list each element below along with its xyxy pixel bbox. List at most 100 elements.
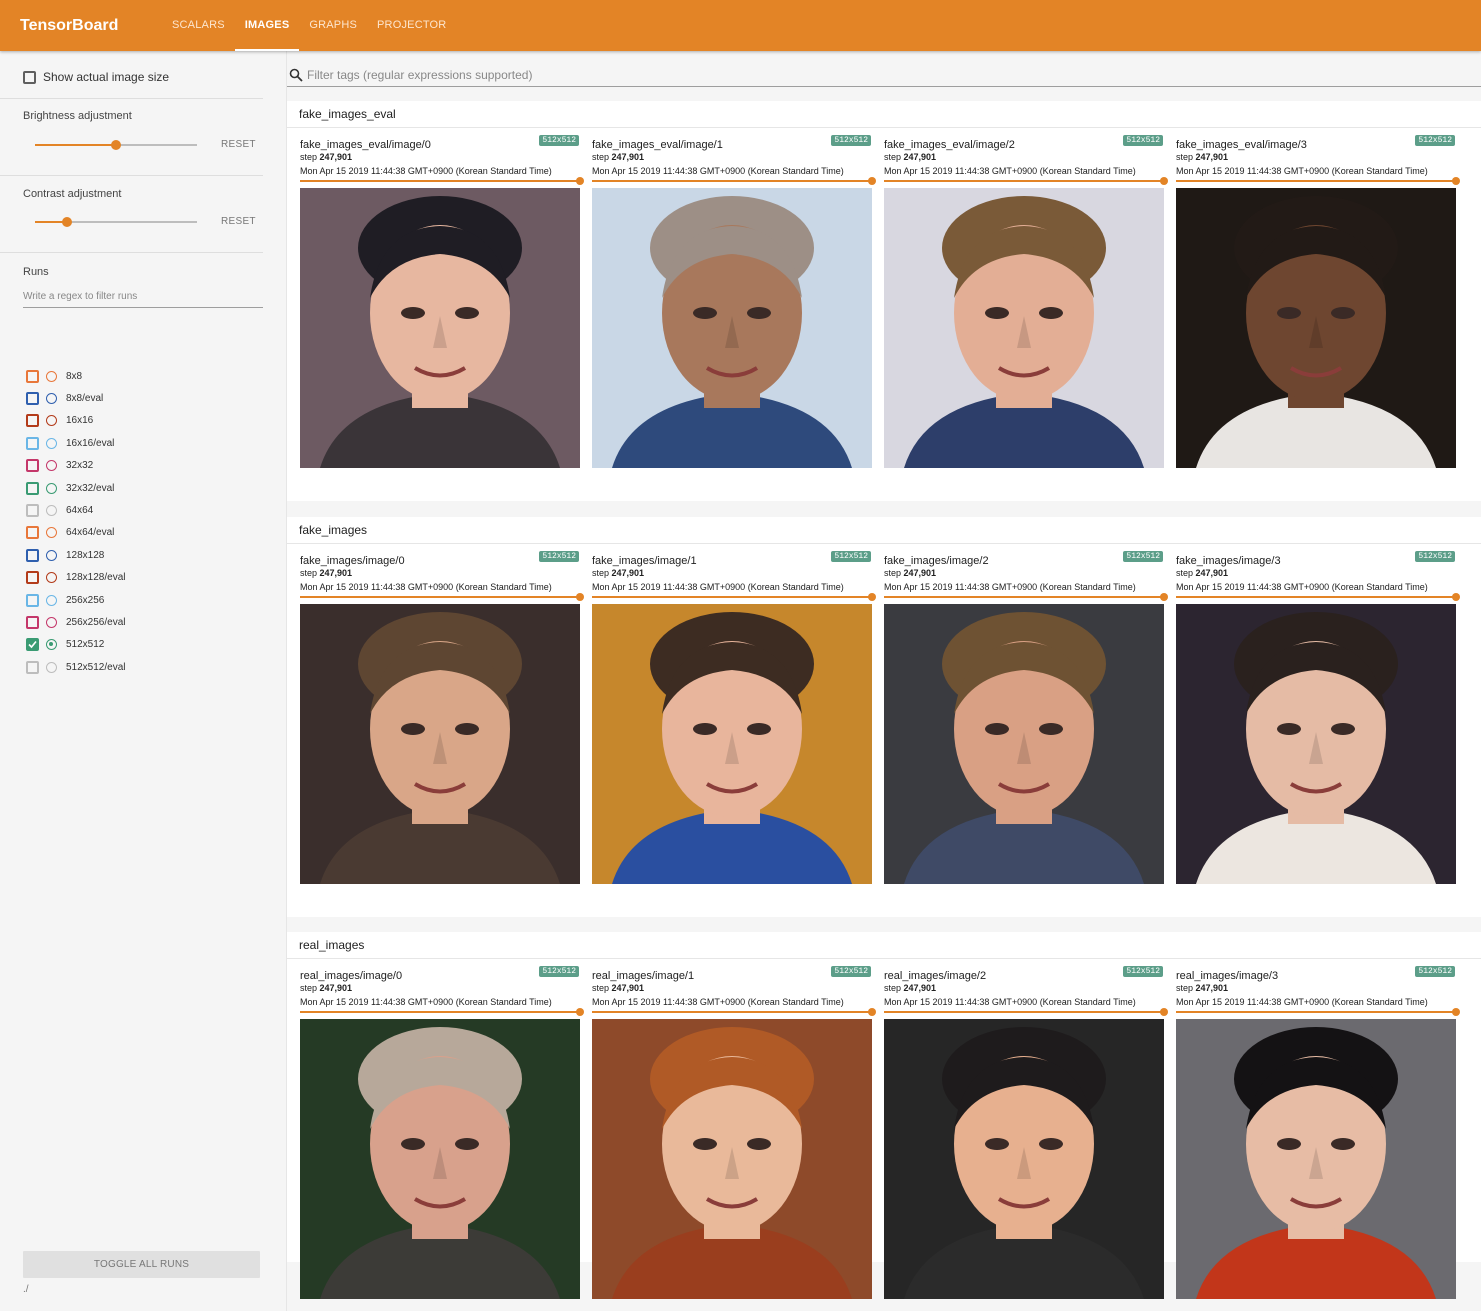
step-slider-knob[interactable]: [1452, 593, 1460, 601]
card-image[interactable]: [300, 604, 580, 884]
step-slider-knob[interactable]: [576, 177, 584, 185]
run-radio[interactable]: [46, 661, 57, 673]
pane-header[interactable]: fake_images_eval: [287, 101, 1481, 128]
run-checkbox[interactable]: [26, 414, 39, 428]
run-item[interactable]: 512x512/eval: [26, 658, 126, 676]
step-slider-knob[interactable]: [1160, 593, 1168, 601]
runs-filter-placeholder: Write a regex to filter runs: [23, 291, 138, 302]
run-checkbox[interactable]: [26, 503, 39, 517]
run-checkbox[interactable]: [26, 391, 39, 405]
card-image[interactable]: [300, 1019, 580, 1299]
step-slider-knob[interactable]: [576, 1008, 584, 1016]
tab-images[interactable]: IMAGES: [234, 0, 300, 51]
run-checkbox[interactable]: [26, 548, 39, 562]
run-item[interactable]: 512x512: [26, 636, 104, 654]
card-image[interactable]: [592, 604, 872, 884]
card-image[interactable]: [884, 188, 1164, 468]
card-image[interactable]: [1176, 1019, 1456, 1299]
toggle-all-runs-button[interactable]: TOGGLE ALL RUNS: [23, 1251, 260, 1278]
step-slider[interactable]: [592, 1008, 876, 1016]
run-item[interactable]: 64x64: [26, 501, 93, 519]
run-radio[interactable]: [46, 549, 57, 561]
show-actual-size-checkbox[interactable]: [23, 70, 36, 84]
run-checkbox[interactable]: [26, 369, 39, 383]
run-radio[interactable]: [46, 392, 57, 404]
run-radio[interactable]: [46, 572, 57, 584]
step-slider-knob[interactable]: [1452, 1008, 1460, 1016]
step-slider[interactable]: [1176, 1008, 1460, 1016]
brightness-slider-knob[interactable]: [111, 140, 121, 150]
run-checkbox[interactable]: [26, 615, 39, 629]
run-radio[interactable]: [46, 594, 57, 606]
run-checkbox[interactable]: [26, 459, 39, 473]
step-slider[interactable]: [1176, 177, 1460, 185]
step-slider[interactable]: [300, 177, 584, 185]
run-checkbox[interactable]: [26, 481, 39, 495]
run-radio[interactable]: [46, 370, 57, 382]
run-item[interactable]: 256x256: [26, 591, 104, 609]
step-slider[interactable]: [1176, 593, 1460, 601]
run-checkbox[interactable]: [26, 526, 39, 540]
run-item[interactable]: 32x32/eval: [26, 479, 114, 497]
card-image[interactable]: [592, 188, 872, 468]
run-item[interactable]: 32x32: [26, 457, 93, 475]
run-checkbox[interactable]: [26, 436, 39, 450]
step-slider[interactable]: [592, 593, 876, 601]
tab-scalars[interactable]: SCALARS: [162, 0, 235, 51]
contrast-reset-button[interactable]: RESET: [221, 216, 256, 227]
contrast-slider-knob[interactable]: [62, 217, 73, 227]
card-image[interactable]: [1176, 188, 1456, 468]
card-image[interactable]: [884, 1019, 1164, 1299]
contrast-slider[interactable]: [35, 217, 197, 227]
card-image[interactable]: [592, 1019, 872, 1299]
step-slider-knob[interactable]: [1452, 177, 1460, 185]
step-slider[interactable]: [300, 1008, 584, 1016]
run-item[interactable]: 64x64/eval: [26, 524, 114, 542]
run-checkbox[interactable]: [26, 571, 39, 585]
run-radio[interactable]: [46, 616, 57, 628]
brightness-reset-button[interactable]: RESET: [221, 139, 256, 150]
step-slider[interactable]: [300, 593, 584, 601]
run-item[interactable]: 8x8/eval: [26, 389, 103, 407]
step-slider-knob[interactable]: [868, 177, 876, 185]
run-checkbox[interactable]: [26, 660, 39, 674]
run-radio[interactable]: [46, 415, 57, 427]
run-checkbox[interactable]: [26, 638, 39, 652]
run-item[interactable]: 8x8: [26, 367, 82, 385]
run-radio[interactable]: [46, 639, 57, 651]
run-radio[interactable]: [46, 437, 57, 449]
runs-filter-input[interactable]: Write a regex to filter runs: [23, 287, 263, 308]
run-radio[interactable]: [46, 504, 57, 516]
run-item[interactable]: 128x128/eval: [26, 569, 126, 587]
step-slider-knob[interactable]: [868, 593, 876, 601]
run-item[interactable]: 256x256/eval: [26, 613, 126, 631]
run-radio[interactable]: [46, 527, 57, 539]
brightness-slider[interactable]: [35, 140, 197, 150]
tag-filter-input[interactable]: Filter tags (regular expressions support…: [287, 65, 1481, 87]
step-slider-knob[interactable]: [1160, 1008, 1168, 1016]
run-item[interactable]: 16x16/eval: [26, 434, 114, 452]
image-size-badge: 512x512: [539, 551, 579, 562]
tag-filter-placeholder: Filter tags (regular expressions support…: [307, 68, 533, 82]
run-item[interactable]: 128x128: [26, 546, 104, 564]
tab-projector[interactable]: PROJECTOR: [367, 0, 456, 51]
run-item[interactable]: 16x16: [26, 412, 93, 430]
run-checkbox[interactable]: [26, 593, 39, 607]
step-slider-knob[interactable]: [868, 1008, 876, 1016]
run-radio[interactable]: [46, 482, 57, 494]
run-radio[interactable]: [46, 460, 57, 472]
step-slider-knob[interactable]: [576, 593, 584, 601]
card-image[interactable]: [1176, 604, 1456, 884]
tab-graphs[interactable]: GRAPHS: [299, 0, 367, 51]
pane-header[interactable]: real_images: [287, 932, 1481, 959]
step-slider[interactable]: [884, 1008, 1168, 1016]
card-image[interactable]: [300, 188, 580, 468]
card-image[interactable]: [884, 604, 1164, 884]
step-slider-knob[interactable]: [1160, 177, 1168, 185]
pane-header[interactable]: fake_images: [287, 517, 1481, 544]
step-slider[interactable]: [884, 177, 1168, 185]
app-title[interactable]: TensorBoard: [20, 17, 162, 35]
image-size-badge: 512x512: [539, 135, 579, 146]
step-slider[interactable]: [884, 593, 1168, 601]
step-slider[interactable]: [592, 177, 876, 185]
